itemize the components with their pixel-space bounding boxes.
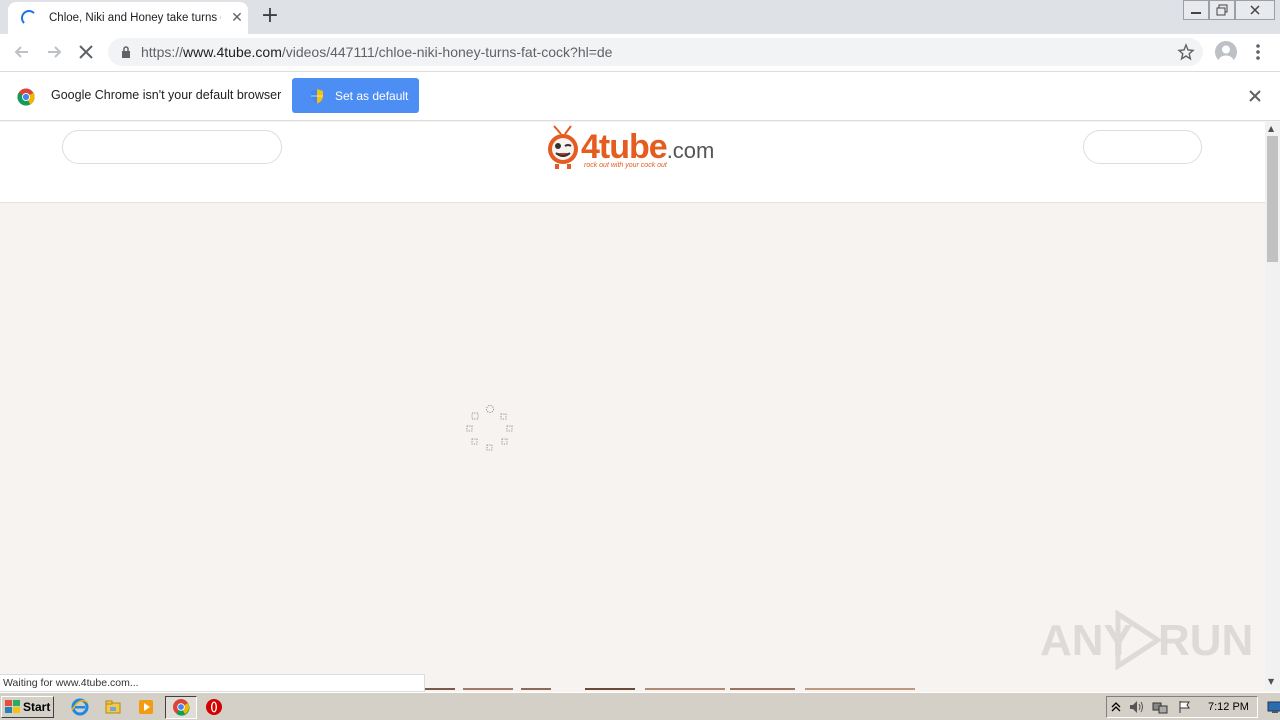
tray-expand-icon[interactable] (1111, 700, 1121, 714)
back-arrow-icon (14, 46, 28, 58)
default-browser-infobar: Google Chrome isn't your default browser… (0, 71, 1280, 121)
forward-button[interactable] (42, 40, 66, 64)
set-as-default-label: Set as default (335, 88, 409, 103)
stop-loading-button[interactable] (74, 40, 98, 64)
opera-icon[interactable] (205, 698, 223, 716)
ie-icon[interactable] (71, 698, 89, 716)
profile-avatar-icon[interactable] (1215, 41, 1237, 63)
status-bubble: Waiting for www.4tube.com... (0, 674, 425, 692)
url-path: /videos/447111/chloe-niki-honey-turns-fa… (281, 44, 613, 60)
tab-title: Chloe, Niki and Honey take turns on (49, 12, 221, 24)
start-label: Start (23, 700, 51, 714)
explorer-icon[interactable] (104, 698, 122, 716)
network-icon[interactable] (1152, 700, 1168, 714)
chrome-logo-icon (17, 88, 35, 106)
address-bar[interactable]: https://www.4tube.com/videos/447111/chlo… (108, 38, 1203, 66)
forward-arrow-icon (48, 46, 62, 58)
screen: Chloe, Niki and Honey take turns on ✕ + … (0, 0, 1280, 720)
scrollbar-thumb[interactable] (1267, 136, 1278, 262)
start-button[interactable]: Start (1, 696, 54, 718)
thumbnail-strip (425, 688, 915, 690)
bookmark-star-icon[interactable] (1177, 43, 1195, 61)
new-tab-button[interactable]: + (258, 5, 282, 29)
media-player-icon[interactable] (137, 698, 155, 716)
scroll-down-icon[interactable]: ▼ (1268, 677, 1274, 686)
logo-tagline: rock out with your cock out (584, 162, 667, 169)
url-scheme: https:// (141, 44, 184, 60)
scroll-up-icon[interactable]: ▲ (1268, 124, 1274, 133)
set-as-default-button[interactable]: Set as default (292, 78, 419, 113)
browser-tab[interactable]: Chloe, Niki and Honey take turns on ✕ (8, 2, 248, 34)
tab-strip: Chloe, Niki and Honey take turns on ✕ + (0, 0, 1280, 34)
web-page: 4tube.com rock out with your cock out (0, 122, 1265, 690)
back-button[interactable] (10, 40, 34, 64)
stop-x-icon (79, 45, 93, 59)
infobar-message: Google Chrome isn't your default browser (51, 88, 282, 102)
header-pill-right[interactable] (1083, 130, 1202, 164)
mascot-tv-icon (548, 125, 578, 169)
tab-close-icon[interactable]: ✕ (229, 10, 245, 26)
lock-icon[interactable] (121, 46, 131, 58)
windows-taskbar: Start 7:12 PM (0, 692, 1280, 720)
play-logo-icon (1115, 610, 1163, 670)
show-desktop-icon[interactable] (1267, 700, 1280, 714)
chrome-icon[interactable] (172, 698, 190, 716)
url-text[interactable]: https://www.4tube.com/videos/447111/chlo… (141, 44, 612, 60)
header-pill-left[interactable] (62, 130, 282, 164)
site-header: 4tube.com rock out with your cock out (0, 122, 1265, 203)
site-logo[interactable]: 4tube.com rock out with your cock out (544, 122, 724, 174)
watermark-right-text: RUN (1158, 616, 1254, 665)
restore-button[interactable] (1209, 0, 1235, 20)
infobar-close-icon[interactable] (1247, 88, 1263, 104)
logo-main-text: 4tube (581, 128, 668, 166)
url-host: www.4tube.com (183, 44, 282, 60)
minimize-button[interactable] (1183, 0, 1209, 20)
close-window-button[interactable] (1235, 0, 1275, 20)
volume-icon[interactable] (1129, 700, 1145, 714)
kebab-menu-icon[interactable] (1250, 42, 1266, 62)
page-loading-spinner-icon (466, 405, 513, 451)
loading-spinner-icon (21, 10, 37, 26)
page-scrollbar[interactable]: ▲ ▼ (1265, 122, 1280, 690)
anyrun-watermark: ANY RUN (1040, 610, 1253, 674)
action-center-flag-icon[interactable] (1178, 700, 1192, 714)
uac-shield-icon (311, 88, 323, 103)
taskbar-clock[interactable]: 7:12 PM (1208, 701, 1249, 713)
logo-suffix: .com (666, 138, 715, 163)
browser-toolbar: https://www.4tube.com/videos/447111/chlo… (0, 34, 1280, 71)
windows-logo-icon (5, 700, 20, 713)
